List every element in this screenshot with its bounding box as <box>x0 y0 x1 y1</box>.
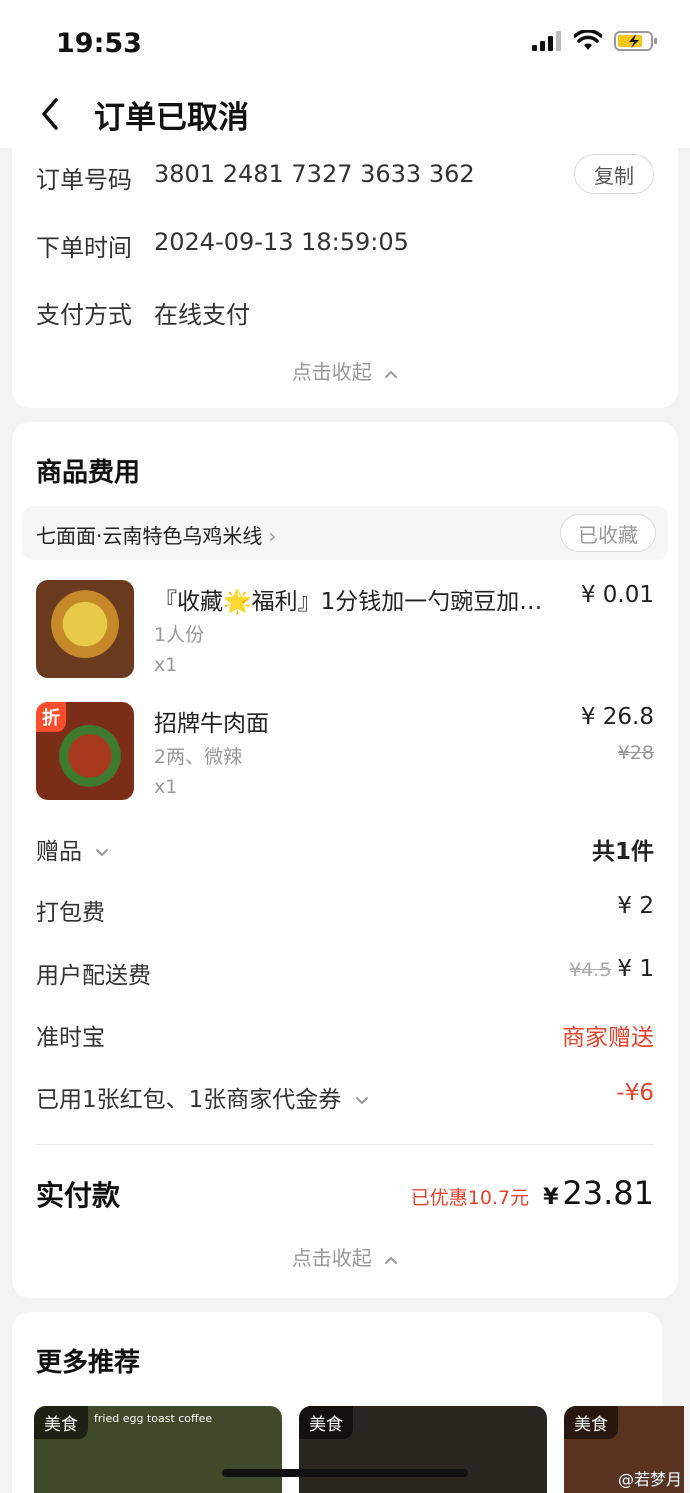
order-number-label: 订单号码 <box>36 166 132 194</box>
saved-amount: 已优惠10.7元 <box>410 1187 530 1209</box>
store-link[interactable]: 七面面·云南特色乌鸡米线 › <box>36 520 276 549</box>
recommend-card: 更多推荐 美食 fried egg toast coffee 美食 美食 <box>12 1312 684 1493</box>
delivery-fee-value-group: ¥4.5 ¥ 1 <box>569 956 654 982</box>
goods-fee-card: 商品费用 七面面·云南特色乌鸡米线 › 已收藏 『收藏🌟福利』1分钱加一勺豌豆加…… <box>12 422 678 1298</box>
goods-item[interactable]: 折 招牌牛肉面 2两、微辣 x1 ¥ 26.8 ¥28 <box>36 702 654 802</box>
home-indicator <box>222 1469 468 1477</box>
chevron-right-icon: › <box>268 524 277 548</box>
page-title: 订单已取消 <box>94 100 249 136</box>
status-bar: 19:53 <box>0 0 690 84</box>
ontime-guarantee-value: 商家赠送 <box>562 1025 654 1051</box>
goods-item[interactable]: 『收藏🌟福利』1分钱加一勺豌豆加… 1人份 x1 ¥ 0.01 <box>36 580 654 680</box>
divider <box>36 1144 654 1145</box>
copy-button[interactable]: 复制 <box>574 154 654 194</box>
wifi-icon <box>574 30 602 50</box>
category-tag: 美食 <box>34 1406 88 1439</box>
total-group: 已优惠10.7元 ¥ 23.81 <box>411 1174 654 1212</box>
packing-fee-value: ¥ 2 <box>617 893 654 919</box>
item-price: ¥ 0.01 <box>580 582 654 608</box>
chevron-down-icon <box>355 1096 368 1104</box>
delivery-fee-value: ¥ 1 <box>617 956 654 982</box>
item-price: ¥ 26.8 <box>580 704 654 730</box>
coupon-row[interactable]: 已用1张红包、1张商家代金券 -¥6 <box>36 1080 654 1116</box>
gift-label: 赠品 <box>36 839 82 865</box>
recommend-item[interactable]: 美食 <box>299 1406 547 1493</box>
coupon-value: -¥6 <box>616 1080 654 1106</box>
currency-symbol: ¥ <box>543 1185 559 1210</box>
status-icons <box>532 30 658 52</box>
order-time-value: 2024-09-13 18:59:05 <box>154 228 409 256</box>
recommend-section-title: 更多推荐 <box>36 1348 141 1378</box>
item-thumbnail: 折 <box>36 702 134 800</box>
delivery-fee-original: ¥4.5 <box>569 959 612 981</box>
item-spec: 2两、微辣 <box>154 746 243 768</box>
item-name: 招牌牛肉面 <box>154 711 269 737</box>
order-info-card: 订单号码 3801 2481 7327 3633 362 复制 下单时间 202… <box>12 148 678 408</box>
chevron-down-icon <box>96 848 109 856</box>
chevron-up-icon <box>385 370 398 378</box>
order-number-row: 订单号码 3801 2481 7327 3633 362 <box>36 160 475 195</box>
item-thumbnail <box>36 580 134 678</box>
chevron-up-icon <box>385 1256 398 1264</box>
payment-label: 支付方式 <box>36 301 132 329</box>
packing-fee-row: 打包费 ¥ 2 <box>36 893 654 929</box>
favorited-button[interactable]: 已收藏 <box>560 514 656 552</box>
item-original-price: ¥28 <box>617 742 654 764</box>
payment-row: 支付方式 在线支付 <box>36 295 250 330</box>
packing-fee-label: 打包费 <box>36 900 105 926</box>
order-time-row: 下单时间 2024-09-13 18:59:05 <box>36 228 409 263</box>
ontime-guarantee-row: 准时宝 商家赠送 <box>36 1018 654 1054</box>
gift-value: 共1件 <box>591 839 654 865</box>
store-bar[interactable]: 七面面·云南特色乌鸡米线 › 已收藏 <box>22 506 668 560</box>
delivery-fee-label: 用户配送费 <box>36 963 151 989</box>
battery-icon <box>614 31 657 51</box>
nav-header: 订单已取消 <box>0 84 690 148</box>
coupon-label: 已用1张红包、1张商家代金券 <box>36 1087 342 1113</box>
back-arrow-icon[interactable] <box>36 94 66 134</box>
store-name: 七面面·云南特色乌鸡米线 <box>36 524 263 548</box>
collapse-order-info-link[interactable]: 点击收起 <box>12 356 678 385</box>
collapse-fees-link[interactable]: 点击收起 <box>12 1242 678 1271</box>
order-time-label: 下单时间 <box>36 234 132 262</box>
order-number-value: 3801 2481 7327 3633 362 <box>154 160 475 188</box>
collapse-label: 点击收起 <box>291 360 372 384</box>
item-spec: 1人份 <box>154 624 205 646</box>
watermark: @若梦月 <box>617 1470 682 1489</box>
signal-icon <box>532 31 561 51</box>
goods-section-title: 商品费用 <box>36 458 141 488</box>
category-tag: 美食 <box>564 1406 618 1439</box>
total-label: 实付款 <box>36 1179 121 1212</box>
total-amount: 23.81 <box>562 1174 654 1212</box>
item-qty: x1 <box>154 776 178 798</box>
item-qty: x1 <box>154 654 178 676</box>
delivery-fee-row: 用户配送费 ¥4.5 ¥ 1 <box>36 956 654 992</box>
payment-value: 在线支付 <box>154 301 250 329</box>
collapse-label: 点击收起 <box>291 1246 372 1270</box>
recommend-item[interactable]: 美食 fried egg toast coffee <box>34 1406 282 1493</box>
status-time: 19:53 <box>56 28 142 59</box>
discount-tag: 折 <box>36 702 66 732</box>
gift-row[interactable]: 赠品 共1件 <box>36 832 654 868</box>
category-tag: 美食 <box>299 1406 353 1439</box>
recommend-list: 美食 fried egg toast coffee 美食 美食 <box>34 1406 684 1493</box>
ontime-guarantee-label: 准时宝 <box>36 1025 105 1051</box>
recommend-item-text: fried egg toast coffee <box>94 1412 213 1425</box>
item-name: 『收藏🌟福利』1分钱加一勺豌豆加… <box>154 589 543 615</box>
